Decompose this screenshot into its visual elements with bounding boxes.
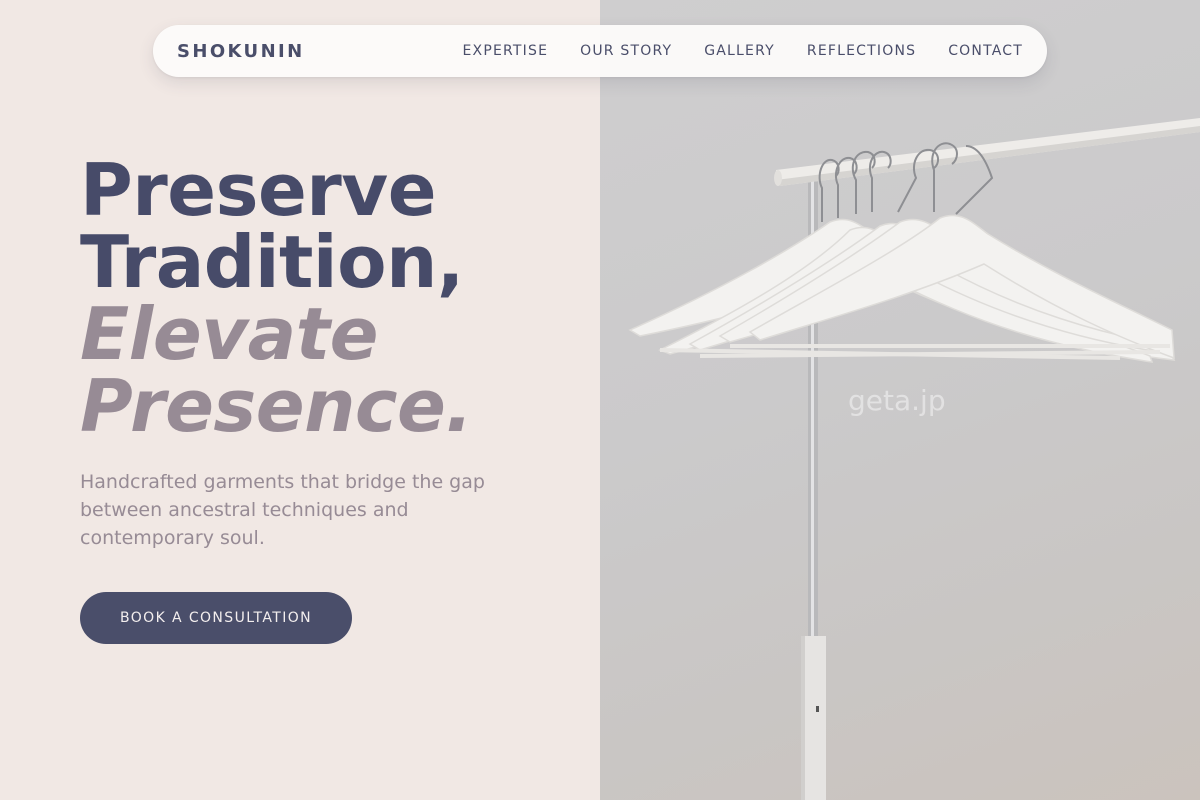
top-navbar: SHOKUNIN EXPERTISE OUR STORY GALLERY REF… <box>153 25 1047 77</box>
nav-link-reflections[interactable]: REFLECTIONS <box>791 43 932 59</box>
headline-line-4: Presence. <box>80 364 473 448</box>
nav-link-expertise[interactable]: EXPERTISE <box>446 43 564 59</box>
image-watermark: geta.jp <box>848 384 946 417</box>
headline-line-3: Elevate <box>80 292 378 376</box>
nav-link-gallery[interactable]: GALLERY <box>688 43 791 59</box>
headline-line-2: Tradition, <box>80 220 464 304</box>
nav-link-our-story[interactable]: OUR STORY <box>564 43 688 59</box>
book-consultation-button[interactable]: BOOK A CONSULTATION <box>80 592 352 644</box>
nav-links: EXPERTISE OUR STORY GALLERY REFLECTIONS … <box>446 43 1023 59</box>
hero-image: geta.jp geta.jp <box>600 0 1200 800</box>
brand-logo[interactable]: SHOKUNIN <box>177 41 305 62</box>
hero-subtitle: Handcrafted garments that bridge the gap… <box>80 471 485 549</box>
hero-headline: Preserve Tradition, Elevate Presence. <box>80 154 580 442</box>
nav-link-contact[interactable]: CONTACT <box>932 43 1023 59</box>
headline-line-1: Preserve <box>80 148 437 232</box>
